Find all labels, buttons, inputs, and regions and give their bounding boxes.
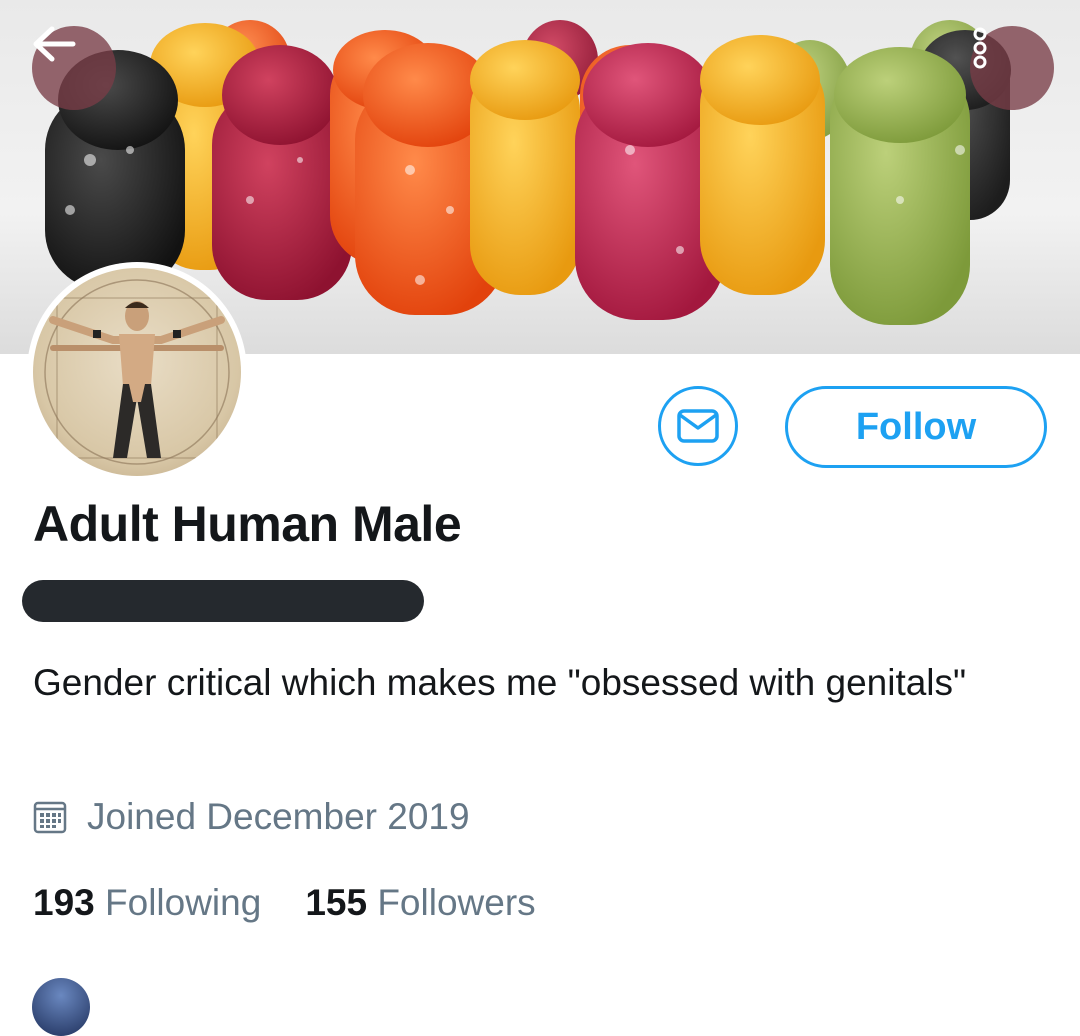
envelope-icon [677,409,719,443]
vitruvian-man-image [44,279,230,465]
avatar-image [33,268,241,476]
followers-link[interactable]: 155 Followers [305,882,535,924]
following-count: 193 [33,882,95,923]
followed-by-avatar[interactable] [32,978,90,1036]
avatar[interactable] [27,262,247,482]
arrow-left-icon [33,26,76,62]
more-options-icon [973,27,987,69]
following-label: Following [105,882,262,923]
more-options-button[interactable] [970,26,1054,110]
message-button[interactable] [658,386,738,466]
joined-date: Joined December 2019 [33,796,470,838]
calendar-icon [33,801,67,834]
profile-bio: Gender critical which makes me "obsessed… [33,662,967,703]
follow-button-label: Follow [855,405,977,448]
back-button[interactable] [32,26,116,110]
display-name: Adult Human Male [33,496,462,552]
redacted-handle [22,580,424,622]
following-link[interactable]: 193 Following [33,882,261,924]
follow-stats: 193 Following 155 Followers [33,882,580,924]
joined-date-text: Joined December 2019 [87,796,470,837]
follow-button[interactable]: Follow [785,386,1047,468]
followers-label: Followers [377,882,536,923]
followers-count: 155 [305,882,368,923]
